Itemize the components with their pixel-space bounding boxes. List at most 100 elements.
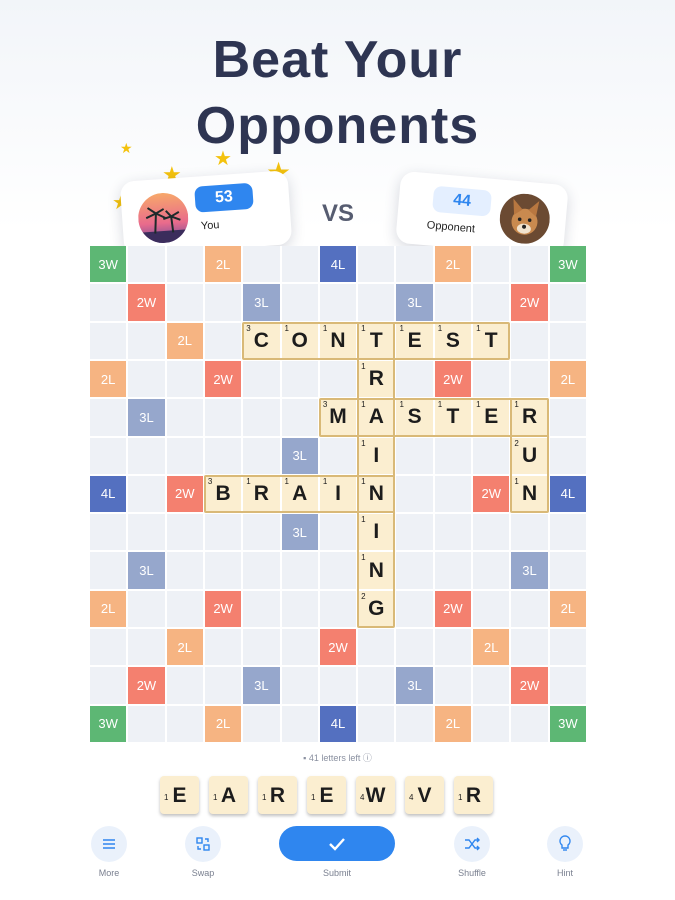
board-square[interactable] (204, 437, 242, 474)
board-square[interactable] (434, 284, 472, 321)
board-square[interactable] (549, 667, 586, 704)
rack-tile[interactable]: 1R (258, 776, 297, 814)
board-square[interactable] (549, 629, 586, 666)
board-square[interactable] (511, 514, 548, 551)
board-square[interactable] (281, 590, 318, 628)
board-square[interactable] (434, 667, 472, 704)
board-square[interactable] (281, 705, 318, 742)
board-square[interactable] (434, 629, 472, 666)
bonus-square-2w[interactable]: 2W (434, 590, 472, 628)
board-square[interactable] (243, 399, 280, 436)
bonus-square-2l[interactable]: 2L (204, 705, 242, 742)
board-square[interactable] (396, 475, 433, 513)
board-square[interactable] (128, 590, 165, 628)
bonus-square-3w[interactable]: 3W (549, 705, 586, 742)
bonus-square-2l[interactable]: 2L (90, 590, 127, 628)
board-square[interactable] (90, 629, 127, 666)
board-square[interactable] (128, 322, 165, 359)
board-square[interactable] (204, 667, 242, 704)
bonus-square-2l[interactable]: 2L (549, 590, 586, 628)
bonus-square-2l[interactable]: 2L (204, 246, 242, 283)
board-square[interactable] (281, 284, 318, 321)
board-square[interactable] (358, 284, 395, 321)
board-square[interactable] (166, 705, 203, 742)
bonus-square-3w[interactable]: 3W (90, 246, 127, 283)
board-square[interactable] (281, 399, 318, 436)
bonus-square-2w[interactable]: 2W (128, 284, 165, 321)
bonus-square-2w[interactable]: 2W (204, 360, 242, 398)
board-square[interactable] (166, 360, 203, 398)
board-square[interactable] (358, 667, 395, 704)
bonus-square-2l[interactable]: 2L (473, 629, 510, 666)
board-square[interactable] (396, 629, 433, 666)
board-square[interactable] (473, 284, 510, 321)
bonus-square-4l[interactable]: 4L (319, 246, 357, 283)
rack-tile[interactable]: 4W (356, 776, 395, 814)
bonus-square-3l[interactable]: 3L (511, 552, 548, 589)
bonus-square-2w[interactable]: 2W (128, 667, 165, 704)
board-square[interactable] (128, 514, 165, 551)
more-button[interactable]: More (74, 826, 144, 878)
board-square[interactable] (511, 246, 548, 283)
board-square[interactable] (396, 590, 433, 628)
bonus-square-2l[interactable]: 2L (166, 322, 203, 359)
board-square[interactable] (128, 629, 165, 666)
board-square[interactable] (166, 284, 203, 321)
board-square[interactable] (243, 590, 280, 628)
board-square[interactable] (243, 705, 280, 742)
board-square[interactable] (128, 475, 165, 513)
bonus-square-3w[interactable]: 3W (549, 246, 586, 283)
board-square[interactable] (473, 705, 510, 742)
rack-tile[interactable]: 1E (160, 776, 199, 814)
info-icon[interactable]: ⓘ (363, 753, 372, 763)
board-square[interactable] (511, 322, 548, 359)
bonus-square-2l[interactable]: 2L (90, 360, 127, 398)
board-square[interactable] (166, 590, 203, 628)
board-square[interactable] (90, 399, 127, 436)
shuffle-button[interactable]: Shuffle (437, 826, 507, 878)
board-square[interactable] (243, 514, 280, 551)
board-square[interactable] (549, 514, 586, 551)
board-square[interactable] (434, 514, 472, 551)
board-square[interactable] (128, 246, 165, 283)
bonus-square-2w[interactable]: 2W (166, 475, 203, 513)
board-square[interactable] (434, 437, 472, 474)
board-square[interactable] (473, 360, 510, 398)
board-square[interactable] (243, 552, 280, 589)
board-square[interactable] (473, 437, 510, 474)
board-square[interactable] (319, 552, 357, 589)
board-square[interactable] (90, 552, 127, 589)
board-square[interactable] (473, 552, 510, 589)
board-square[interactable] (358, 705, 395, 742)
bonus-square-2w[interactable]: 2W (434, 360, 472, 398)
board-square[interactable] (166, 437, 203, 474)
board-square[interactable] (396, 514, 433, 551)
board-square[interactable] (90, 437, 127, 474)
submit-button[interactable] (279, 826, 395, 861)
board-square[interactable] (204, 399, 242, 436)
board-square[interactable] (358, 629, 395, 666)
board-square[interactable] (128, 437, 165, 474)
board-square[interactable] (319, 514, 357, 551)
board-square[interactable] (90, 284, 127, 321)
bonus-square-3l[interactable]: 3L (243, 284, 280, 321)
board-square[interactable] (243, 360, 280, 398)
board-square[interactable] (128, 360, 165, 398)
board-square[interactable] (281, 552, 318, 589)
bonus-square-2w[interactable]: 2W (511, 667, 548, 704)
bonus-square-3l[interactable]: 3L (396, 667, 433, 704)
board-square[interactable] (511, 590, 548, 628)
board-square[interactable] (396, 246, 433, 283)
board-square[interactable] (204, 552, 242, 589)
board-square[interactable] (319, 667, 357, 704)
board-square[interactable] (90, 514, 127, 551)
bonus-square-3l[interactable]: 3L (243, 667, 280, 704)
bonus-square-3l[interactable]: 3L (128, 399, 165, 436)
bonus-square-4l[interactable]: 4L (90, 475, 127, 513)
board-square[interactable] (281, 629, 318, 666)
board-square[interactable] (204, 629, 242, 666)
board-square[interactable] (434, 552, 472, 589)
board-square[interactable] (90, 667, 127, 704)
board-square[interactable] (319, 437, 357, 474)
bonus-square-3l[interactable]: 3L (281, 514, 318, 551)
